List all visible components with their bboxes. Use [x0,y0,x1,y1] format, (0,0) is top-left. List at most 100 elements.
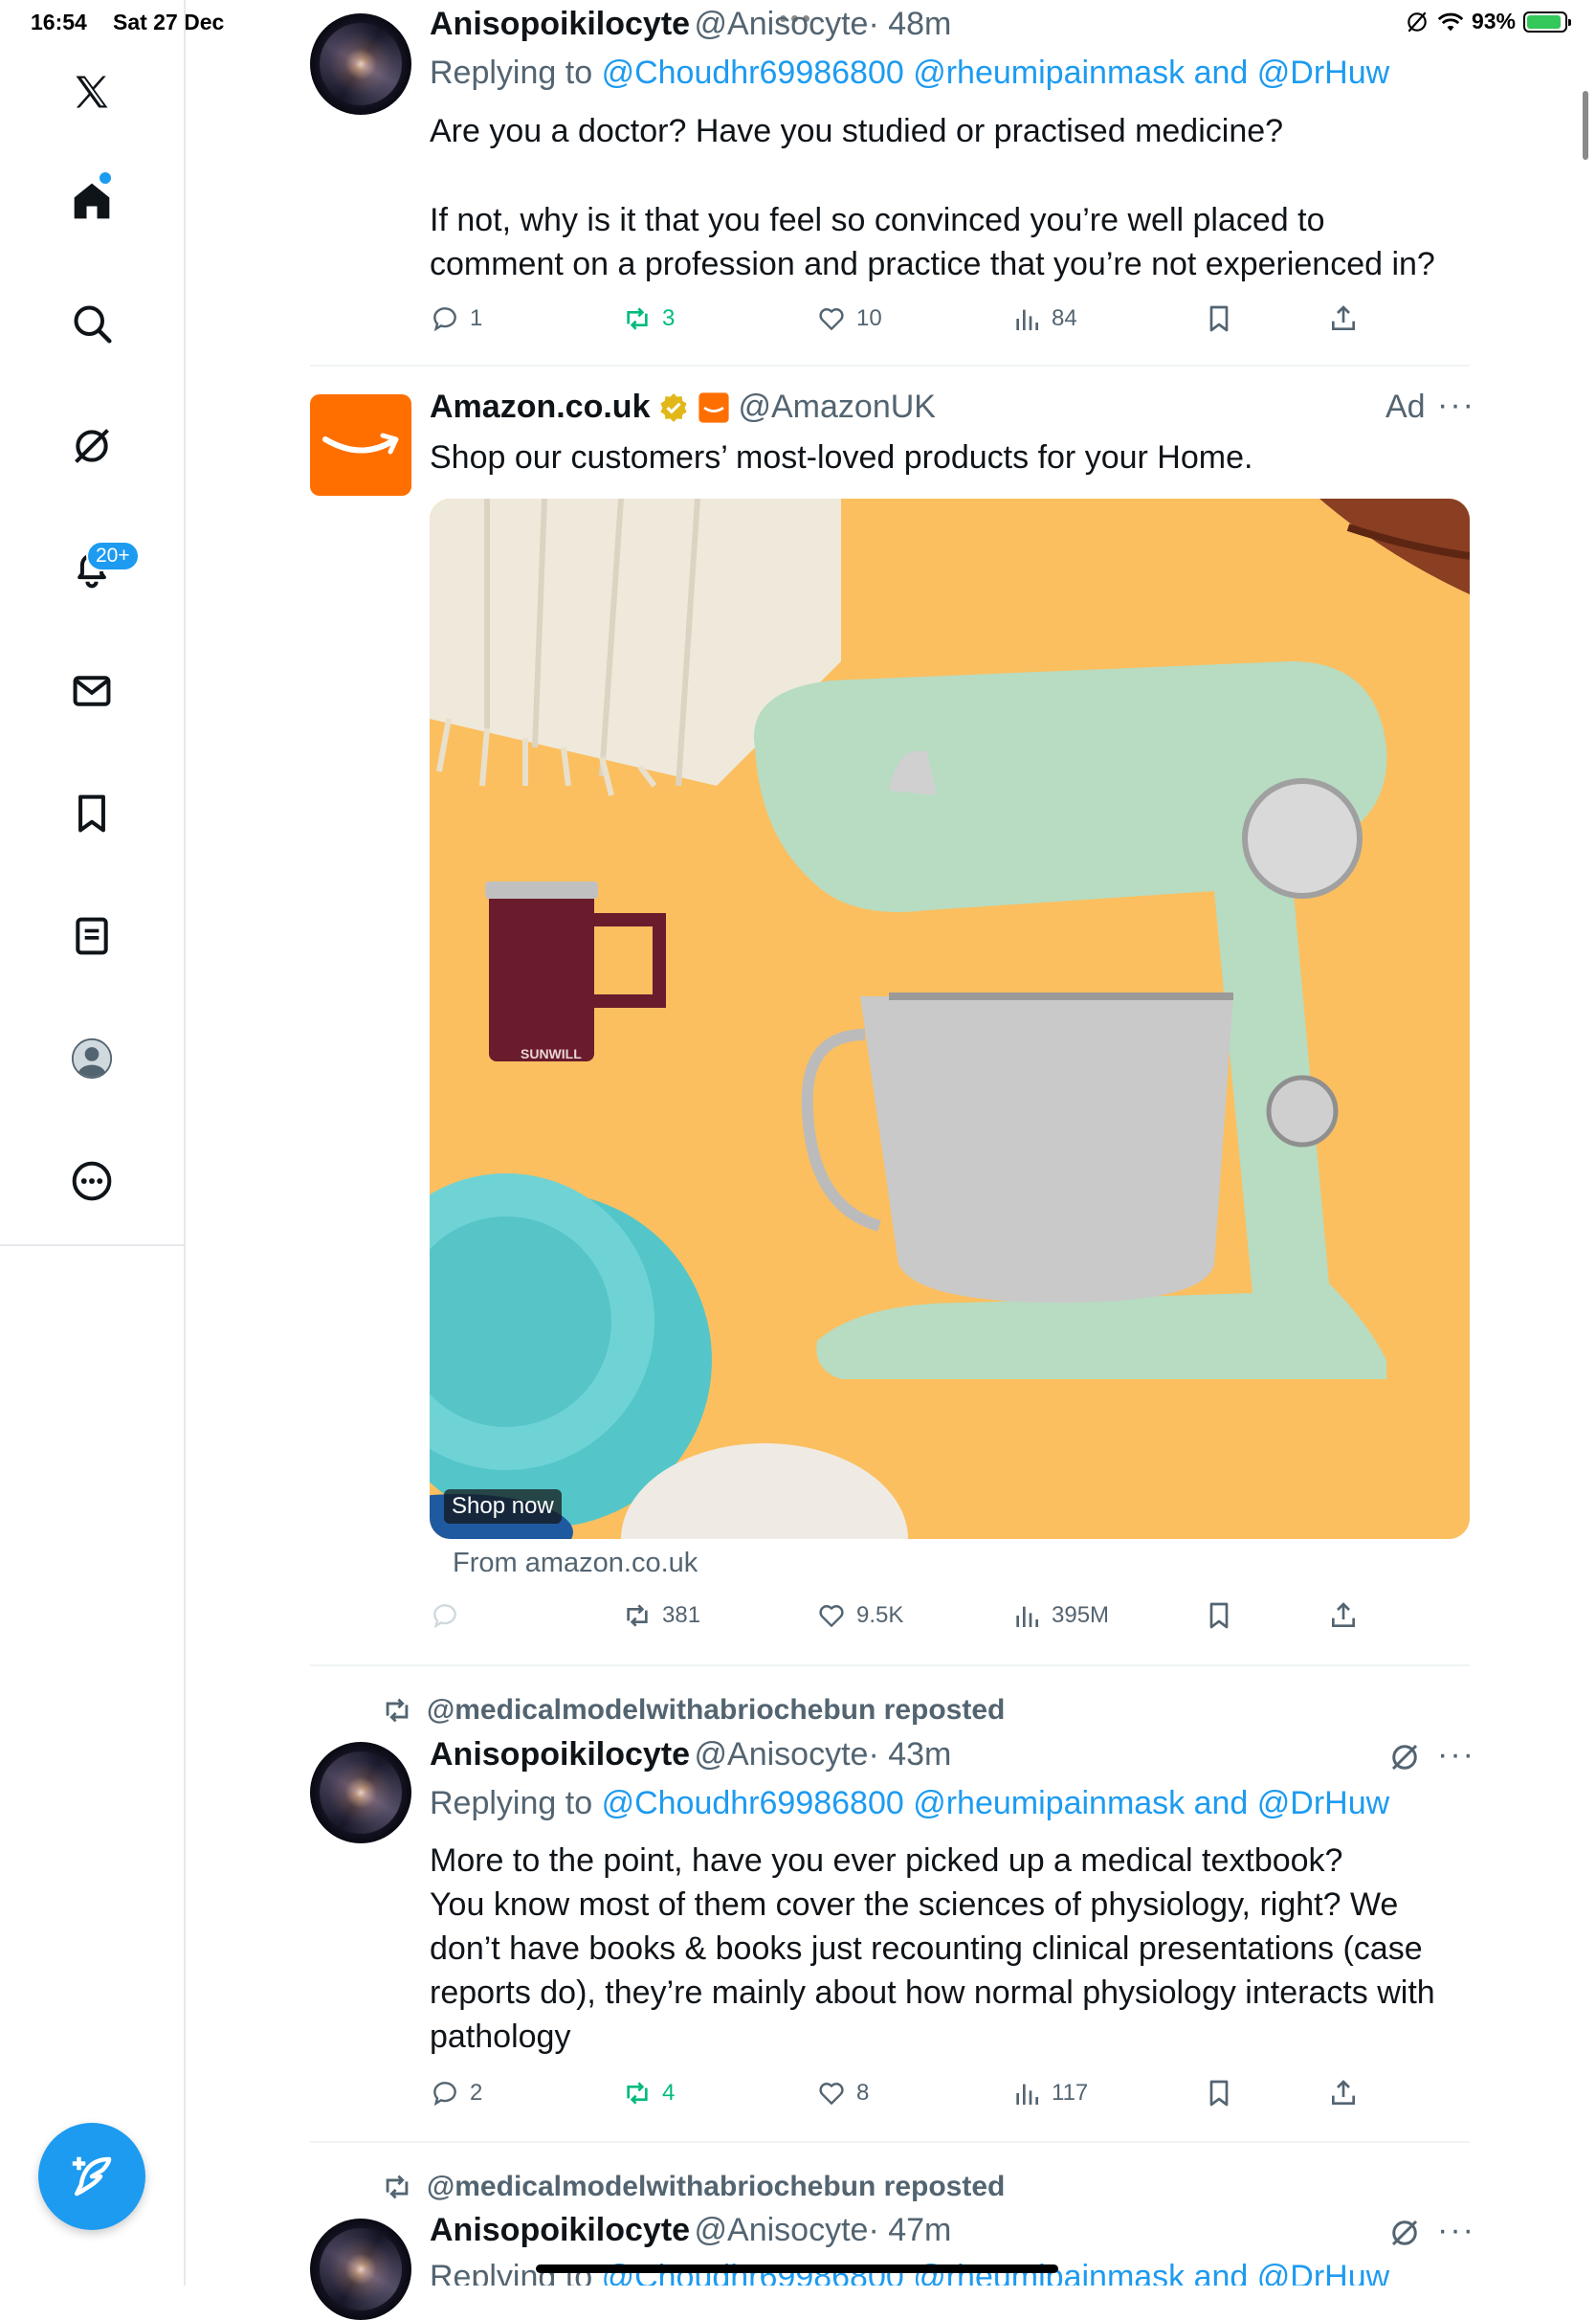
tweet1-views-button[interactable]: 84 [1011,303,1077,334]
search-icon[interactable] [54,285,130,362]
tweet1-share-button[interactable] [1328,303,1359,334]
tweet1-reply-button[interactable]: 1 [430,303,482,334]
repost-icon [627,307,648,330]
repost-context-icon [386,2175,409,2199]
scrollbar[interactable] [1583,91,1588,160]
ad-share-button[interactable] [1328,1600,1359,1631]
tweet1-bookmark-button[interactable] [1204,303,1234,334]
tweet2-bookmark-button[interactable] [1204,2078,1234,2108]
tweet2-reply-button[interactable]: 2 [430,2078,482,2108]
views-chart-icon [1016,2084,1038,2105]
tweet2-like-count: 8 [856,2080,870,2106]
tweet1-author-name[interactable]: Anisopoikilocyte [430,6,690,42]
notifications-badge: 20+ [86,541,140,571]
messages-icon[interactable] [54,653,130,729]
tweet1-like-button[interactable]: 10 [816,303,882,334]
ad-from-domain[interactable]: From amazon.co.uk [453,1548,698,1579]
views-chart-icon [1016,309,1038,330]
tweet1-repost-button[interactable]: 3 [622,303,675,334]
divider [310,2141,1470,2143]
share-icon [1332,2080,1355,2105]
compose-post-button[interactable] [38,2123,145,2230]
tweet3-author-name[interactable]: Anisopoikilocyte [430,2212,690,2248]
tweet2-repost-context[interactable]: @medicalmodelwithabriochebun reposted [381,1694,1005,1727]
tweet3-repost-context[interactable]: @medicalmodelwithabriochebun reposted [381,2171,1005,2203]
repost-icon [627,2082,648,2105]
tweet2-author-handle[interactable]: @Anisocyte [695,1736,869,1773]
amazon-affiliate-badge-icon [698,391,730,423]
tweet2-text-line3: don’t have books & books just recounting… [430,1930,1423,1967]
reply-icon [433,2082,456,2107]
ad-more-icon[interactable]: ··· [1437,387,1475,424]
tweet1-avatar[interactable] [310,13,411,115]
reply-icon [433,307,456,332]
ad-label: Ad [1385,389,1426,425]
tweet1-time[interactable]: · 48m [868,6,951,42]
lists-icon[interactable] [54,898,130,974]
home-indicator[interactable] [536,2264,1058,2273]
tweet2-like-button[interactable]: 8 [816,2078,869,2108]
profile-avatar-icon[interactable] [54,1020,130,1097]
ad-bookmark-button[interactable] [1204,1600,1234,1631]
tweet2-view-count: 117 [1052,2080,1089,2106]
tweet2-time[interactable]: · 43m [868,1736,951,1773]
share-icon [1332,1602,1355,1627]
like-heart-icon [819,1605,844,1627]
ad-repost-count: 381 [662,1602,701,1628]
battery-icon [1523,11,1571,33]
tweet2-replying-to: Replying to @Choudhr69986800 @rheumipain… [430,1785,1389,1822]
more-options-icon[interactable] [54,1143,130,1219]
bookmark-icon [1209,2080,1229,2107]
tweet1-like-count: 10 [856,305,882,331]
tweet2-repost-button[interactable]: 4 [622,2078,675,2108]
tweet1-text-p2a: If not, why is it that you feel so convi… [430,202,1325,238]
ad-like-button[interactable]: 9.5K [816,1600,903,1631]
tweet2-author-name[interactable]: Anisopoikilocyte [430,1736,690,1773]
tweet3-avatar[interactable] [310,2219,411,2320]
tweet2-reposted-by: @medicalmodelwithabriochebun reposted [427,1694,1006,1726]
home-icon[interactable] [54,163,130,239]
tweet3-more-icon[interactable]: ··· [1437,2212,1475,2249]
repost-icon [627,1604,648,1627]
bookmark-icon [1209,305,1229,332]
tweet3-reposted-by: @medicalmodelwithabriochebun reposted [427,2171,1006,2202]
ad-author-handle[interactable]: @AmazonUK [738,389,935,426]
shop-now-button[interactable]: Shop now [444,1489,562,1524]
tweet3-grok-icon[interactable] [1387,2216,1422,2250]
grok-icon[interactable] [54,408,130,484]
timeline-left-border [184,1244,186,2286]
reply-icon [433,1604,456,1629]
ad-views-button[interactable]: 395M [1011,1600,1109,1631]
compose-feather-icon [72,2156,112,2197]
verified-gold-badge-icon [660,392,688,422]
tweet1-author-handle[interactable]: @Anisocyte [695,6,869,42]
bookmarks-icon[interactable] [54,775,130,852]
tweet1-text-p2b: comment on a profession and practice tha… [430,246,1435,282]
status-right: 93% [1405,9,1571,34]
tweet1-reply-count: 1 [470,305,483,331]
tweet2-header: Anisopoikilocyte @Anisocyte· 43m [430,1736,951,1773]
tweet2-more-icon[interactable]: ··· [1437,1736,1475,1773]
ad-author-name[interactable]: Amazon.co.uk [430,389,650,426]
tweet2-share-button[interactable] [1328,2078,1359,2108]
tweet3-time[interactable]: · 47m [868,2212,951,2248]
tweet2-views-button[interactable]: 117 [1011,2078,1088,2108]
tweet2-grok-icon[interactable] [1387,1740,1422,1774]
ad-reply-button[interactable] [430,1600,460,1631]
like-heart-icon [819,308,844,330]
replying-mentions[interactable]: @Choudhr69986800 @rheumipainmask and @Dr… [602,1785,1390,1821]
ad-like-count: 9.5K [856,1602,904,1628]
replying-mentions[interactable]: @Choudhr69986800 @rheumipainmask and @Dr… [602,55,1390,91]
tweet1-repost-count: 3 [662,305,676,331]
divider [310,365,1470,367]
divider [310,1664,1470,1666]
tweet3-header: Anisopoikilocyte @Anisocyte· 47m [430,2212,951,2249]
ad-product-image[interactable]: SUNWILL [430,499,1470,1539]
ad-repost-button[interactable]: 381 [622,1600,700,1631]
replying-prefix: Replying to [430,55,593,91]
replying-prefix: Replying to [430,1785,593,1821]
tweet2-avatar[interactable] [310,1742,411,1843]
amazon-logo[interactable] [310,394,411,496]
x-logo-icon[interactable] [54,54,130,130]
tweet3-author-handle[interactable]: @Anisocyte [695,2212,869,2248]
